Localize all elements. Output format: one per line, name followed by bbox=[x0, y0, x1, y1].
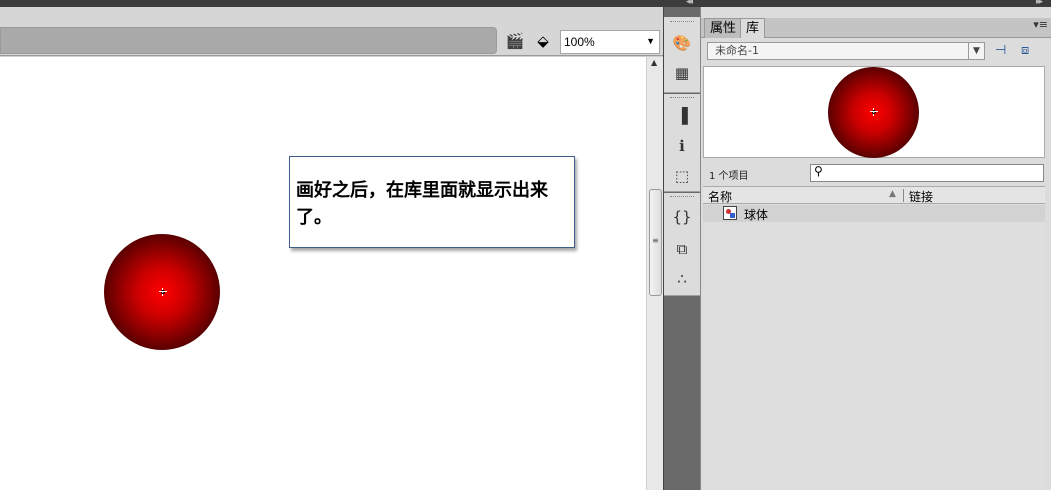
top-dock-strip: ◂◂ ▸▸ bbox=[0, 0, 1051, 7]
zoom-value: 100% bbox=[564, 35, 595, 49]
dock-group-3: {} ⧉ ∴ bbox=[664, 193, 701, 296]
library-item-label: 球体 bbox=[744, 208, 769, 222]
library-search-input[interactable]: ⚲ bbox=[810, 164, 1044, 182]
new-library-panel-icon[interactable]: ⧈ bbox=[1021, 43, 1029, 58]
movie-clip-icon bbox=[723, 206, 737, 220]
document-select[interactable]: 未命名-1 ▼ bbox=[707, 42, 985, 60]
library-column-header: 名称 ▲ 链接 bbox=[703, 186, 1045, 204]
palette-icon[interactable]: 🎨 bbox=[672, 33, 692, 53]
collapse-panels-right-icon[interactable]: ▸▸ bbox=[1036, 0, 1043, 7]
chevron-down-icon: ▼ bbox=[646, 36, 655, 46]
tab-library[interactable]: 库 bbox=[740, 18, 766, 38]
dock-group-1: 🎨 ▦ bbox=[664, 17, 701, 93]
components-icon[interactable]: ⧉ bbox=[672, 239, 692, 259]
collapse-panels-left-icon[interactable]: ◂◂ bbox=[686, 0, 693, 7]
edit-symbol-button[interactable]: ⬙ bbox=[531, 31, 555, 51]
dock-group-2: ▐ ℹ ⬚ bbox=[664, 94, 701, 192]
tab-properties[interactable]: 属性 bbox=[704, 18, 743, 38]
shapes-icon: ⬙ bbox=[537, 32, 549, 50]
column-linkage-header[interactable]: 链接 bbox=[909, 188, 933, 205]
dock-grip[interactable] bbox=[670, 97, 694, 100]
sphere-preview bbox=[828, 67, 919, 158]
scroll-up-icon[interactable]: ▲ bbox=[651, 58, 657, 67]
annotation-callout: 画好之后，在库里面就显示出来了。 bbox=[289, 156, 575, 248]
dock-grip[interactable] bbox=[670, 21, 694, 24]
registration-point-icon bbox=[870, 108, 878, 116]
info-icon[interactable]: ℹ bbox=[672, 136, 692, 156]
library-item[interactable]: 球体 bbox=[703, 205, 1045, 222]
scrollbar-thumb[interactable]: ≡ bbox=[649, 189, 662, 296]
column-divider[interactable] bbox=[903, 189, 904, 202]
edit-scene-button[interactable]: 🎬 bbox=[503, 31, 527, 51]
transform-icon[interactable]: ⬚ bbox=[672, 166, 692, 186]
stage-canvas[interactable]: 画好之后，在库里面就显示出来了。 bbox=[0, 57, 646, 490]
item-count: 1 个项目 bbox=[709, 171, 749, 182]
chevron-down-icon: ▼ bbox=[968, 43, 984, 59]
registration-point-icon bbox=[159, 288, 167, 296]
search-icon: ⚲ bbox=[814, 164, 823, 178]
edit-bar: 🎬 ⬙ 100% ▼ bbox=[0, 7, 663, 56]
actions-icon[interactable]: {} bbox=[672, 207, 692, 227]
sphere-symbol-instance[interactable] bbox=[104, 234, 220, 350]
swatches-icon[interactable]: ▦ bbox=[672, 63, 692, 83]
column-name-header[interactable]: 名称 bbox=[708, 188, 732, 205]
grip-icon: ≡ bbox=[652, 236, 659, 245]
library-panel: 属性 库 ▾≡ 未命名-1 ▼ ⊣ ⧈ 1 个项目 ⚲ 名称 ▲ 链接 球体 bbox=[700, 7, 1051, 490]
scene-breadcrumb-bar bbox=[0, 27, 497, 54]
panel-menu-icon[interactable]: ▾≡ bbox=[1033, 18, 1048, 31]
flash-ide-window: ◂◂ ▸▸ 🎬 ⬙ 100% ▼ 画好之后，在库里面就显示出来了。 ▲ ≡ 🎨 … bbox=[0, 0, 1051, 490]
library-item-list: 球体 bbox=[703, 205, 1045, 490]
panel-icon-dock: 🎨 ▦ ▐ ℹ ⬚ {} ⧉ ∴ bbox=[663, 7, 701, 490]
stage-vertical-scrollbar[interactable]: ▲ ≡ bbox=[646, 57, 663, 490]
panel-tab-bar: 属性 库 ▾≡ bbox=[701, 18, 1051, 38]
align-icon[interactable]: ▐ bbox=[672, 106, 692, 126]
document-name: 未命名-1 bbox=[715, 44, 759, 57]
clapperboard-icon: 🎬 bbox=[505, 32, 525, 50]
symbol-preview bbox=[703, 66, 1045, 158]
annotation-text: 画好之后，在库里面就显示出来了。 bbox=[296, 180, 548, 228]
dock-grip[interactable] bbox=[670, 196, 694, 199]
zoom-select[interactable]: 100% ▼ bbox=[560, 30, 660, 54]
pin-library-icon[interactable]: ⊣ bbox=[995, 43, 1006, 58]
sort-up-icon[interactable]: ▲ bbox=[889, 189, 896, 199]
motion-presets-icon[interactable]: ∴ bbox=[672, 269, 692, 289]
